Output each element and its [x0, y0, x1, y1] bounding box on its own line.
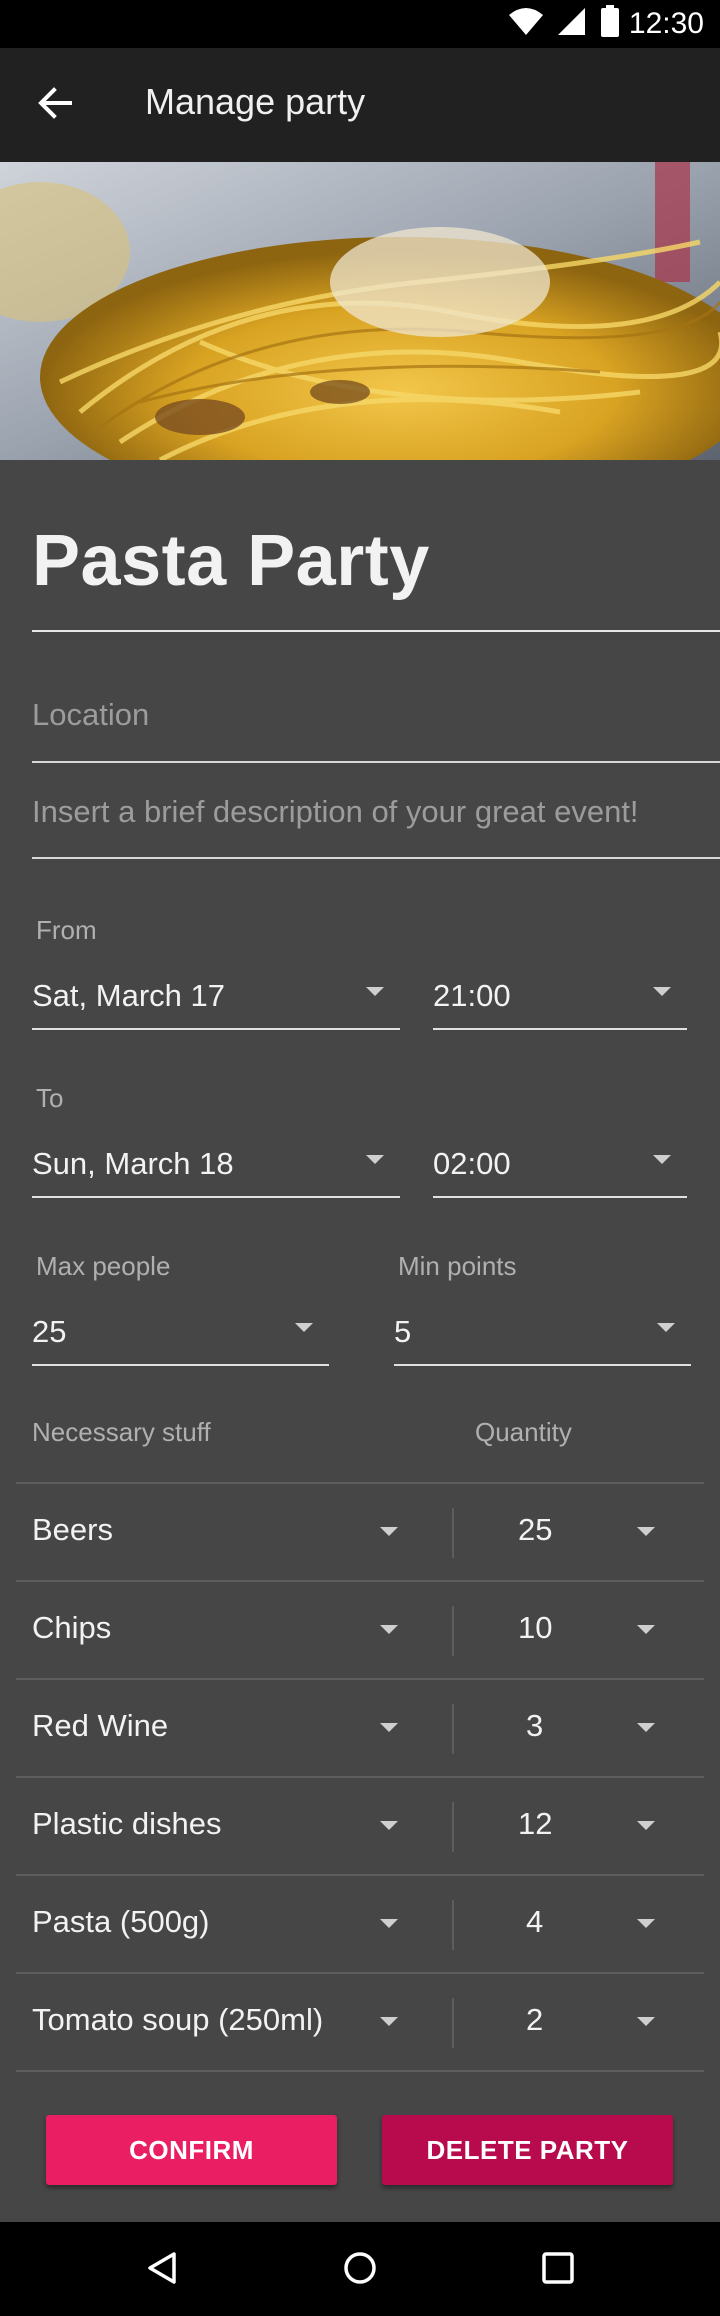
dropdown-caret-icon [653, 987, 671, 996]
cell-signal-icon [558, 8, 585, 35]
stuff-item-dropdown[interactable]: Pasta (500g) [16, 1876, 452, 1972]
dropdown-caret-icon [366, 1155, 384, 1164]
page-title: Manage party [145, 81, 366, 122]
nav-home-icon[interactable] [342, 2250, 378, 2286]
stuff-item-value: Tomato soup (250ml) [32, 2002, 324, 2037]
stuff-quantity-dropdown[interactable]: 12 [454, 1778, 704, 1874]
stuff-quantity-value: 10 [518, 1610, 553, 1645]
stuff-item-dropdown[interactable]: Plastic dishes [16, 1778, 452, 1874]
to-date-dropdown[interactable]: Sun, March 18 [32, 1143, 400, 1199]
stuff-item-dropdown[interactable]: Chips [16, 1582, 452, 1678]
back-arrow-icon[interactable] [34, 81, 78, 125]
stuff-quantity-dropdown[interactable]: 10 [454, 1582, 704, 1678]
stuff-quantity-value: 4 [526, 1904, 544, 1939]
stuff-quantity-dropdown[interactable]: 3 [454, 1680, 704, 1776]
to-time-value: 02:00 [433, 1146, 511, 1181]
dropdown-caret-icon [637, 1625, 655, 1634]
dropdown-caret-icon [637, 1821, 655, 1830]
stuff-row: Plastic dishes 12 [16, 1778, 704, 1874]
stuff-item-dropdown[interactable]: Tomato soup (250ml) [16, 1974, 452, 2070]
from-date-underline [32, 1028, 400, 1030]
party-title-underline [32, 630, 720, 632]
min-points-underline [394, 1364, 691, 1366]
status-time: 12:30 [628, 7, 704, 40]
from-time-underline [433, 1028, 687, 1030]
from-time-dropdown[interactable]: 21:00 [433, 975, 687, 1031]
stuff-quantity-value: 3 [526, 1708, 544, 1743]
max-people-value: 25 [32, 1314, 67, 1349]
dropdown-caret-icon [637, 2017, 655, 2026]
min-points-dropdown[interactable]: 5 [394, 1311, 691, 1367]
app-bar: Manage party [0, 48, 720, 162]
party-cover-image [0, 162, 720, 460]
stuff-quantity-value: 12 [518, 1806, 553, 1841]
party-title-input[interactable]: Pasta Party [32, 520, 430, 602]
from-time-value: 21:00 [433, 978, 511, 1013]
stuff-item-value: Red Wine [32, 1708, 169, 1743]
wifi-icon [509, 8, 543, 35]
stuff-item-value: Beers [32, 1512, 113, 1547]
dropdown-caret-icon [637, 1919, 655, 1928]
stuff-quantity-value: 25 [518, 1512, 553, 1547]
battery-icon [601, 5, 619, 37]
stuff-row: Chips 10 [16, 1582, 704, 1678]
to-date-value: Sun, March 18 [32, 1146, 234, 1181]
confirm-button[interactable]: CONFIRM [46, 2115, 337, 2185]
dropdown-caret-icon [637, 1723, 655, 1732]
stuff-item-dropdown[interactable]: Red Wine [16, 1680, 452, 1776]
to-date-underline [32, 1196, 400, 1198]
from-label: From [36, 915, 97, 945]
stuff-item-dropdown[interactable]: Beers [16, 1484, 452, 1580]
nav-recents-icon[interactable] [541, 2251, 575, 2285]
dropdown-caret-icon [380, 1625, 398, 1634]
stuff-row: Beers 25 [16, 1484, 704, 1580]
stuff-quantity-dropdown[interactable]: 25 [454, 1484, 704, 1580]
stuff-item-value: Pasta (500g) [32, 1904, 210, 1939]
max-people-dropdown[interactable]: 25 [32, 1311, 329, 1367]
min-points-value: 5 [394, 1314, 412, 1349]
stuff-item-value: Chips [32, 1610, 112, 1645]
delete-party-button[interactable]: DELETE PARTY [382, 2115, 673, 2185]
necessary-stuff-header: Necessary stuff [32, 1417, 211, 1447]
stuff-quantity-dropdown[interactable]: 4 [454, 1876, 704, 1972]
to-time-dropdown[interactable]: 02:00 [433, 1143, 687, 1199]
dropdown-caret-icon [637, 1527, 655, 1536]
description-underline [32, 857, 720, 859]
system-nav-bar [0, 2222, 720, 2316]
location-input[interactable]: Location [32, 697, 149, 733]
dropdown-caret-icon [295, 1323, 313, 1332]
dropdown-caret-icon [380, 1527, 398, 1536]
stuff-quantity-value: 2 [526, 2002, 544, 2037]
max-people-underline [32, 1364, 329, 1366]
description-input[interactable]: Insert a brief description of your great… [32, 794, 639, 830]
stuff-quantity-dropdown[interactable]: 2 [454, 1974, 704, 2070]
stuff-row: Tomato soup (250ml) 2 [16, 1974, 704, 2070]
dropdown-caret-icon [380, 1723, 398, 1732]
dropdown-caret-icon [380, 1821, 398, 1830]
dropdown-caret-icon [380, 2017, 398, 2026]
stuff-row: Red Wine 3 [16, 1680, 704, 1776]
dropdown-caret-icon [657, 1323, 675, 1332]
nav-back-icon[interactable] [144, 2250, 180, 2286]
dropdown-caret-icon [366, 987, 384, 996]
dropdown-caret-icon [380, 1919, 398, 1928]
location-underline [32, 761, 720, 763]
stuff-row: Pasta (500g) 4 [16, 1876, 704, 1972]
from-date-value: Sat, March 17 [32, 978, 225, 1013]
min-points-label: Min points [398, 1251, 517, 1281]
to-label: To [36, 1083, 64, 1113]
quantity-header: Quantity [475, 1417, 572, 1447]
max-people-label: Max people [36, 1251, 171, 1281]
table-divider [16, 2070, 704, 2072]
status-bar: 12:30 [0, 0, 720, 48]
dropdown-caret-icon [653, 1155, 671, 1164]
to-time-underline [433, 1196, 687, 1198]
from-date-dropdown[interactable]: Sat, March 17 [32, 975, 400, 1031]
stuff-item-value: Plastic dishes [32, 1806, 222, 1841]
